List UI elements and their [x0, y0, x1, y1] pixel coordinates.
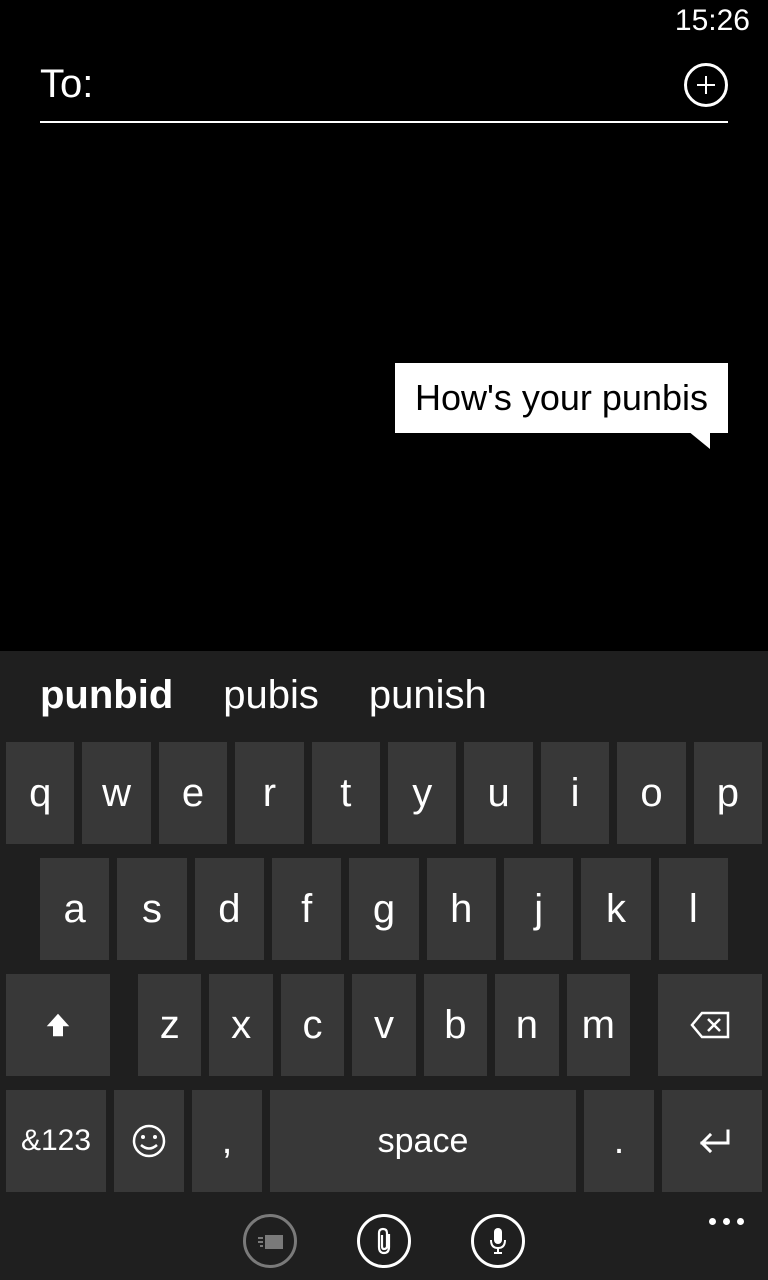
- key-q[interactable]: q: [6, 742, 74, 844]
- key-m[interactable]: m: [567, 974, 630, 1076]
- key-c[interactable]: c: [281, 974, 344, 1076]
- outgoing-message: How's your punbis: [395, 363, 728, 433]
- suggestion-bar: punbid pubis punish: [0, 651, 768, 742]
- dot-icon: [723, 1218, 730, 1225]
- key-p[interactable]: p: [694, 742, 762, 844]
- key-h[interactable]: h: [427, 858, 496, 960]
- more-button[interactable]: [709, 1218, 744, 1225]
- key-row-2: a s d f g h j k l: [0, 858, 768, 960]
- paperclip-icon: [373, 1226, 395, 1256]
- key-comma[interactable]: ,: [192, 1090, 262, 1192]
- clock: 15:26: [675, 4, 750, 38]
- suggestion-2[interactable]: pubis: [223, 673, 319, 718]
- key-j[interactable]: j: [504, 858, 573, 960]
- key-enter[interactable]: [662, 1090, 762, 1192]
- screen: 15:26 To: How's your punbis punbid pubis…: [0, 0, 768, 1280]
- enter-icon: [692, 1127, 732, 1155]
- key-o[interactable]: o: [617, 742, 685, 844]
- key-space[interactable]: space: [270, 1090, 576, 1192]
- key-v[interactable]: v: [352, 974, 415, 1076]
- suggestion-3[interactable]: punish: [369, 673, 487, 718]
- key-g[interactable]: g: [349, 858, 418, 960]
- key-symbols[interactable]: &123: [6, 1090, 106, 1192]
- send-button[interactable]: [243, 1214, 297, 1268]
- message-text: How's your punbis: [415, 377, 708, 418]
- attach-button[interactable]: [357, 1214, 411, 1268]
- add-contact-button[interactable]: [684, 63, 728, 107]
- key-row-4: &123 , space .: [0, 1090, 768, 1192]
- key-a[interactable]: a: [40, 858, 109, 960]
- key-i[interactable]: i: [541, 742, 609, 844]
- voice-button[interactable]: [471, 1214, 525, 1268]
- key-emoji[interactable]: [114, 1090, 184, 1192]
- key-w[interactable]: w: [82, 742, 150, 844]
- dot-icon: [737, 1218, 744, 1225]
- plus-icon: [694, 73, 718, 97]
- dot-icon: [709, 1218, 716, 1225]
- key-u[interactable]: u: [464, 742, 532, 844]
- key-l[interactable]: l: [659, 858, 728, 960]
- key-b[interactable]: b: [424, 974, 487, 1076]
- key-n[interactable]: n: [495, 974, 558, 1076]
- send-icon: [255, 1229, 285, 1253]
- key-k[interactable]: k: [581, 858, 650, 960]
- bubble-tail: [688, 431, 710, 449]
- key-period[interactable]: .: [584, 1090, 654, 1192]
- key-z[interactable]: z: [138, 974, 201, 1076]
- key-shift[interactable]: [6, 974, 110, 1076]
- to-label: To:: [40, 62, 93, 107]
- to-input[interactable]: [113, 62, 684, 107]
- message-bubble[interactable]: How's your punbis: [395, 363, 728, 433]
- key-backspace[interactable]: [658, 974, 762, 1076]
- status-bar: 15:26: [0, 0, 768, 42]
- keyboard: punbid pubis punish q w e r t y u i o p …: [0, 651, 768, 1202]
- key-f[interactable]: f: [272, 858, 341, 960]
- microphone-icon: [488, 1226, 508, 1256]
- key-d[interactable]: d: [195, 858, 264, 960]
- app-bar: [0, 1202, 768, 1280]
- key-t[interactable]: t: [312, 742, 380, 844]
- to-field-row: To:: [40, 62, 728, 123]
- key-r[interactable]: r: [235, 742, 303, 844]
- backspace-icon: [690, 1010, 730, 1040]
- smiley-icon: [131, 1123, 167, 1159]
- key-s[interactable]: s: [117, 858, 186, 960]
- key-row-3: z x c v b n m: [0, 974, 768, 1076]
- conversation-area: How's your punbis: [0, 150, 768, 453]
- suggestion-1[interactable]: punbid: [40, 673, 173, 718]
- key-e[interactable]: e: [159, 742, 227, 844]
- key-row-1: q w e r t y u i o p: [0, 742, 768, 844]
- shift-icon: [43, 1010, 73, 1040]
- key-x[interactable]: x: [209, 974, 272, 1076]
- key-y[interactable]: y: [388, 742, 456, 844]
